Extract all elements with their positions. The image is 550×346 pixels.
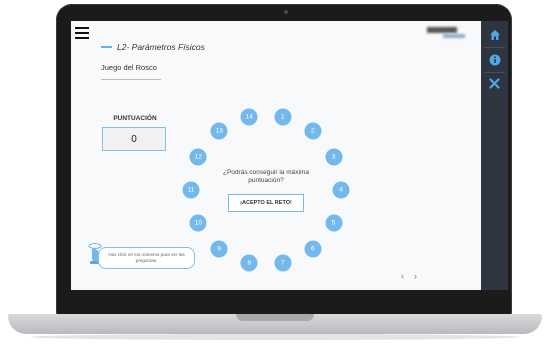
laptop-shadow <box>30 334 520 340</box>
close-icon <box>489 78 500 89</box>
rosco-number-10[interactable]: 10 <box>189 214 207 232</box>
rosco-number-9[interactable]: 9 <box>210 240 228 258</box>
rosco-number-6[interactable]: 6 <box>304 240 322 258</box>
home-button[interactable] <box>486 26 503 43</box>
rosco-number-1[interactable]: 1 <box>274 108 292 126</box>
menu-icon[interactable] <box>75 27 89 39</box>
laptop-base-notch <box>236 314 314 321</box>
activity-title: Juego del Rosco <box>101 63 157 72</box>
rosco-number-3[interactable]: 3 <box>325 148 343 166</box>
score-value: 0 <box>102 127 166 151</box>
rosco-number-2[interactable]: 2 <box>304 122 322 140</box>
toolbar-divider <box>484 47 505 48</box>
challenge-question: ¿Podrás conseguir la máxima puntuación? <box>223 169 309 184</box>
app-screen: L2- Parámetros Físicos Juego del Rosco P… <box>71 21 508 290</box>
hint-callout: Haz click en los números para ver las pr… <box>98 247 195 269</box>
close-button[interactable] <box>486 75 503 92</box>
info-button[interactable] <box>486 51 503 68</box>
toolbar-divider <box>484 72 505 73</box>
lesson-accent-bar <box>101 46 112 48</box>
brand-logo <box>421 27 469 41</box>
next-page-button[interactable]: › <box>414 271 417 281</box>
pager: ‹ › <box>401 271 417 281</box>
title-divider <box>101 79 161 80</box>
rosco-number-4[interactable]: 4 <box>332 181 350 199</box>
rosco-number-11[interactable]: 11 <box>182 181 200 199</box>
laptop-camera <box>284 10 288 14</box>
accept-challenge-button[interactable]: ¡ACEPTO EL RETO! <box>228 194 304 212</box>
rosco-number-8[interactable]: 8 <box>240 254 258 272</box>
lesson-title: L2- Parámetros Físicos <box>117 42 205 52</box>
rosco-number-13[interactable]: 13 <box>210 122 228 140</box>
right-toolbar <box>481 21 508 290</box>
rosco-number-7[interactable]: 7 <box>274 254 292 272</box>
home-icon <box>489 29 500 40</box>
hint-text: Haz click en los números para ver las pr… <box>108 252 185 263</box>
score-label: PUNTUACIÓN <box>113 115 157 122</box>
rosco-number-5[interactable]: 5 <box>325 214 343 232</box>
rosco-number-12[interactable]: 12 <box>189 148 207 166</box>
info-icon <box>489 54 500 65</box>
rosco-number-14[interactable]: 14 <box>240 108 258 126</box>
prev-page-button[interactable]: ‹ <box>401 271 404 281</box>
